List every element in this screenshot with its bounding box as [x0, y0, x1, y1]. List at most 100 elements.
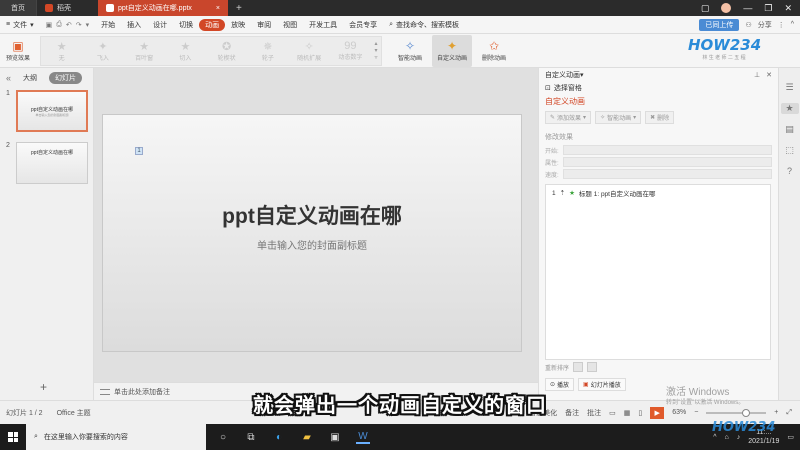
- close-window-icon[interactable]: ✕: [784, 3, 792, 14]
- quick-access-toolbar: ▣ ⎙ ↶ ↷ ▾: [40, 21, 96, 29]
- close-tab-icon[interactable]: ×: [216, 5, 220, 12]
- pin-icon[interactable]: ⊥: [754, 71, 760, 79]
- collapse-ribbon-icon[interactable]: ^: [791, 21, 794, 28]
- menu-item-start[interactable]: 开始: [95, 20, 121, 30]
- menu-item-member[interactable]: 会员专享: [343, 20, 383, 30]
- menu-item-review[interactable]: 审阅: [251, 20, 277, 30]
- save-icon[interactable]: ▣: [46, 21, 53, 29]
- more-icon[interactable]: ▾: [86, 21, 90, 29]
- task-view-icon[interactable]: ⧉: [244, 430, 258, 444]
- animation-pane-icon[interactable]: ★: [780, 103, 799, 114]
- smart-animation-button[interactable]: ✧ 智能动画: [390, 35, 430, 67]
- property-select[interactable]: [562, 157, 772, 167]
- slide-subtitle[interactable]: 单击输入您的封面副标题: [103, 237, 521, 252]
- chevron-down-icon: ▾: [633, 115, 637, 121]
- gallery-item-cut-in[interactable]: ★ 切入: [165, 40, 206, 62]
- gallery-item-fly-in[interactable]: ✦ 飞入: [82, 40, 123, 62]
- speed-select[interactable]: [562, 169, 772, 179]
- cortana-icon[interactable]: ○: [216, 430, 230, 444]
- new-tab-button[interactable]: +: [228, 0, 250, 16]
- thumb-subtitle: 单击输入您的封面副标题: [35, 112, 69, 117]
- file-menu[interactable]: ≡ 文件 ▾: [0, 20, 40, 30]
- gallery-item-random-expand[interactable]: ✧ 随机扩展: [289, 40, 330, 62]
- collab-icon[interactable]: ⚇: [745, 21, 751, 29]
- edge-icon[interactable]: ◐: [272, 430, 286, 444]
- wps-icon[interactable]: W: [356, 430, 370, 444]
- slides-icon[interactable]: ▤: [785, 124, 794, 135]
- slide-title[interactable]: ppt自定义动画在哪: [103, 200, 521, 230]
- slide-thumbnail-1[interactable]: 1 ppt自定义动画在哪 单击输入您的封面副标题: [6, 90, 88, 132]
- sync-upload-button[interactable]: 已同上传: [699, 18, 740, 31]
- slideshow-label: 幻灯片播放: [590, 383, 621, 389]
- layout-icon[interactable]: ▢: [701, 3, 710, 14]
- avatar[interactable]: [721, 3, 732, 13]
- minimize-icon[interactable]: —: [743, 3, 752, 13]
- custom-animation-icon: ✦: [446, 39, 458, 53]
- gallery-item-dynamic-number[interactable]: 99 动态数字: [330, 40, 371, 61]
- smart-animation-pane-button[interactable]: ✧ 智能动画 ▾: [595, 111, 642, 124]
- collapse-panel-icon[interactable]: «: [6, 73, 11, 83]
- delete-effect-button[interactable]: ✖ 删除: [645, 111, 675, 124]
- select-pane-link[interactable]: ⊡ 选择窗格: [539, 82, 778, 94]
- file-explorer-icon[interactable]: ▰: [300, 430, 314, 444]
- slides-panel-header: « 大纲 幻灯片: [0, 68, 93, 88]
- slide-thumb[interactable]: ppt自定义动画在哪 单击输入您的封面副标题: [16, 90, 88, 132]
- menu-item-transition[interactable]: 切换: [173, 20, 199, 30]
- move-down-button[interactable]: [587, 362, 598, 372]
- delete-animation-button[interactable]: ✩ 删除动画: [474, 35, 514, 67]
- select-icon[interactable]: ⬚: [785, 145, 794, 156]
- tab-docer[interactable]: 稻壳: [36, 0, 98, 16]
- add-effect-label: 添加效果: [557, 116, 582, 122]
- slide-thumb[interactable]: ppt自定义动画在哪: [16, 142, 88, 184]
- print-icon[interactable]: ⎙: [56, 21, 62, 29]
- custom-animation-label: 自定义动画: [436, 56, 467, 62]
- help-icon[interactable]: ?: [787, 166, 792, 176]
- command-search[interactable]: ⌕ 查找命令、搜索模板: [383, 20, 465, 30]
- ppt-file-icon: [106, 4, 114, 12]
- custom-animation-button[interactable]: ✦ 自定义动画: [432, 34, 472, 67]
- store-icon[interactable]: ▣: [328, 430, 342, 444]
- chevron-down-icon: ▾: [583, 115, 587, 121]
- add-effect-button[interactable]: ✎ 添加效果 ▾: [545, 111, 592, 124]
- gallery-item-label: 随机扩展: [297, 55, 322, 62]
- gallery-item-wedge[interactable]: ✪ 轮楔状: [206, 40, 247, 62]
- animation-order-marker[interactable]: 1: [135, 147, 143, 155]
- tab-document[interactable]: ppt自定义动画在哪.pptx ×: [98, 0, 228, 16]
- menu-item-insert[interactable]: 插入: [121, 20, 147, 30]
- star-icon: ✧: [304, 40, 314, 53]
- menu-item-design[interactable]: 设计: [147, 20, 173, 30]
- delete-effect-label: 删除: [657, 116, 670, 122]
- more-options-icon[interactable]: ⋮: [778, 21, 785, 29]
- adjust-icon[interactable]: ☰: [785, 82, 793, 93]
- move-up-button[interactable]: [573, 362, 584, 372]
- item-order: 1: [552, 189, 556, 197]
- menu-item-view[interactable]: 视图: [277, 20, 303, 30]
- preview-effect-button[interactable]: ▣ 预览效果: [0, 35, 36, 67]
- chevron-down-icon[interactable]: ▾: [580, 71, 584, 79]
- gallery-item-wheel[interactable]: ✵ 轮子: [247, 40, 288, 62]
- share-button[interactable]: 分享: [758, 20, 772, 30]
- gallery-scroll[interactable]: ▴ ▾ ▿: [371, 40, 381, 61]
- undo-icon[interactable]: ↶: [66, 21, 72, 29]
- taskbar-search[interactable]: ⌕ 在这里输入你要搜索的内容: [26, 424, 206, 450]
- menu-item-devtools[interactable]: 开发工具: [303, 20, 343, 30]
- start-select[interactable]: [562, 145, 772, 155]
- tab-outline[interactable]: 大纲: [17, 72, 43, 84]
- notification-icon[interactable]: ▭: [787, 433, 794, 441]
- reorder-row: 重新排序: [545, 362, 598, 372]
- redo-icon[interactable]: ↷: [76, 21, 82, 29]
- command-search-label: 查找命令、搜索模板: [396, 21, 460, 29]
- list-item[interactable]: 1 ⇡ ★ 标题 1: ppt自定义动画在哪: [546, 185, 770, 201]
- close-pane-icon[interactable]: ✕: [766, 71, 772, 79]
- menu-item-animation[interactable]: 动画: [199, 18, 226, 31]
- start-button[interactable]: [0, 432, 26, 442]
- tab-home[interactable]: 首页: [0, 0, 36, 16]
- menu-item-slideshow[interactable]: 放映: [225, 20, 251, 30]
- slide-thumbnail-2[interactable]: 2 ppt自定义动画在哪: [6, 142, 88, 184]
- tab-slides[interactable]: 幻灯片: [49, 72, 83, 84]
- slide-canvas[interactable]: 1 ppt自定义动画在哪 单击输入您的封面副标题: [102, 114, 522, 352]
- gallery-item-none[interactable]: ★ 无: [41, 40, 82, 62]
- maximize-icon[interactable]: ❐: [764, 3, 772, 14]
- gallery-item-blinds[interactable]: ★ 百叶窗: [124, 40, 165, 62]
- menu-bar: ≡ 文件 ▾ ▣ ⎙ ↶ ↷ ▾ 开始 插入 设计 切换 动画 放映 审阅 视图…: [0, 16, 800, 34]
